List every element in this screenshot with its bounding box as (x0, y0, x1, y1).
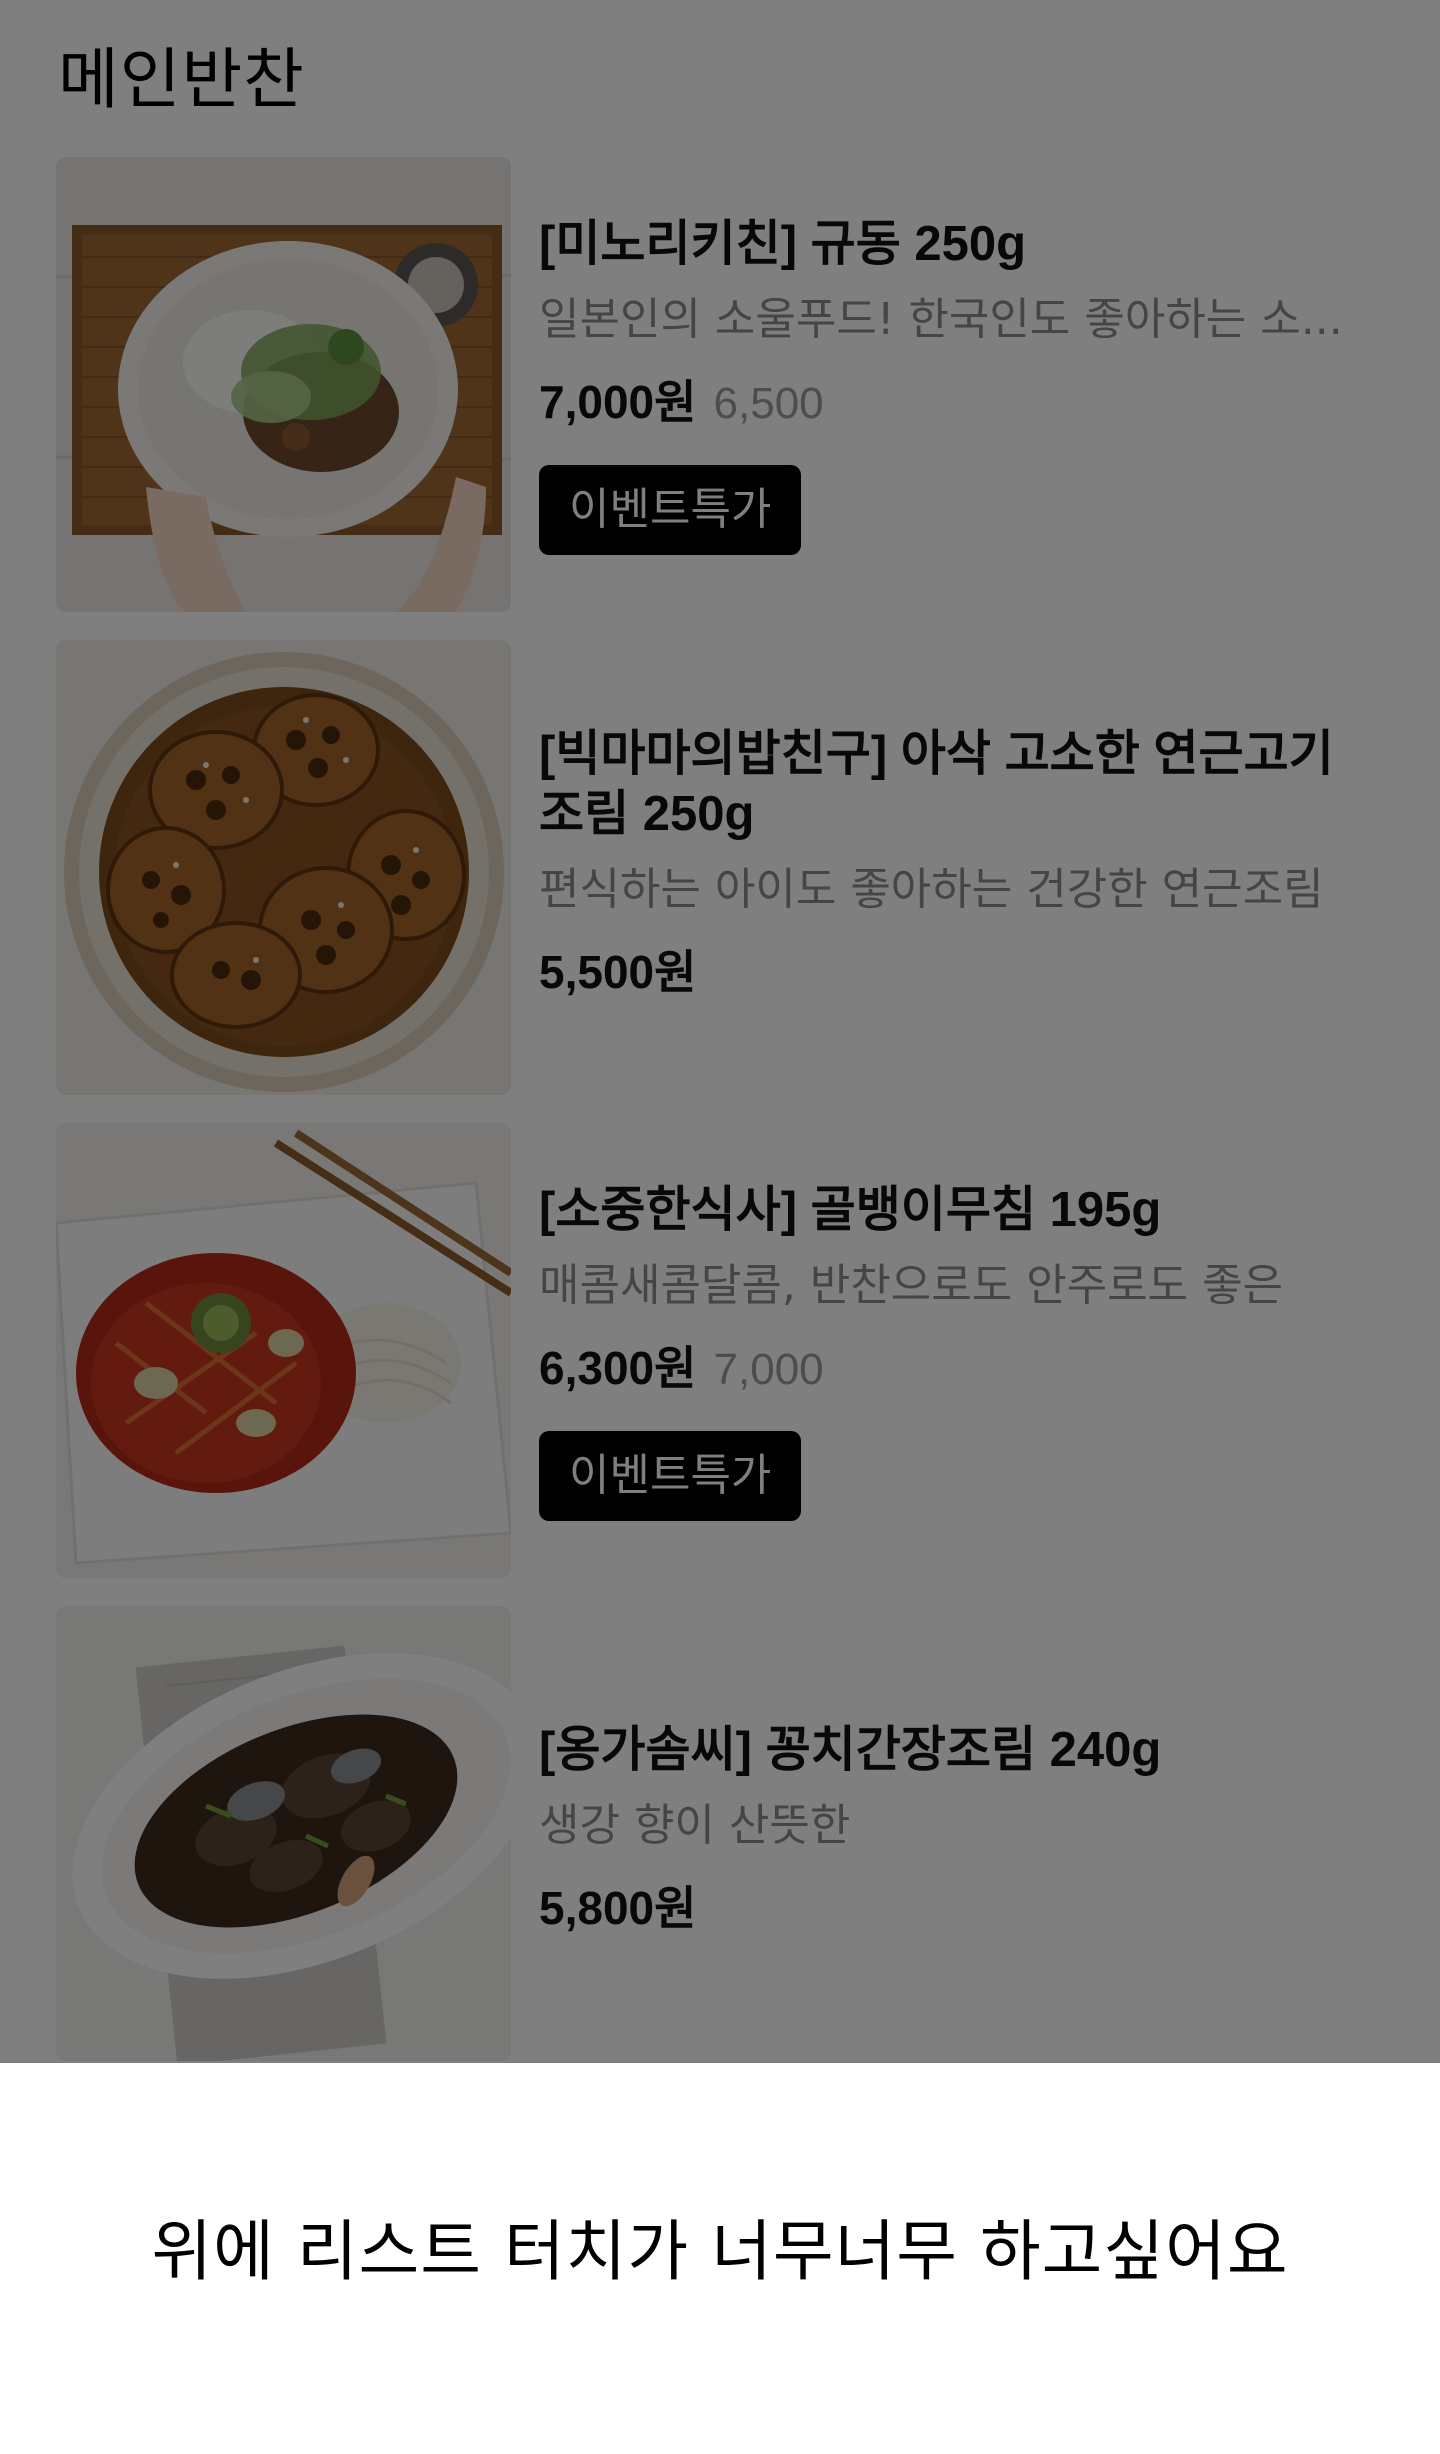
bottom-sheet: 위에 리스트 터치가 너무너무 하고싶어요 (0, 2063, 1440, 2454)
page: 메인반찬 (0, 0, 1440, 2454)
bottom-sheet-message: 위에 리스트 터치가 너무너무 하고싶어요 (151, 2212, 1289, 2290)
dim-overlay[interactable] (0, 0, 1440, 2063)
